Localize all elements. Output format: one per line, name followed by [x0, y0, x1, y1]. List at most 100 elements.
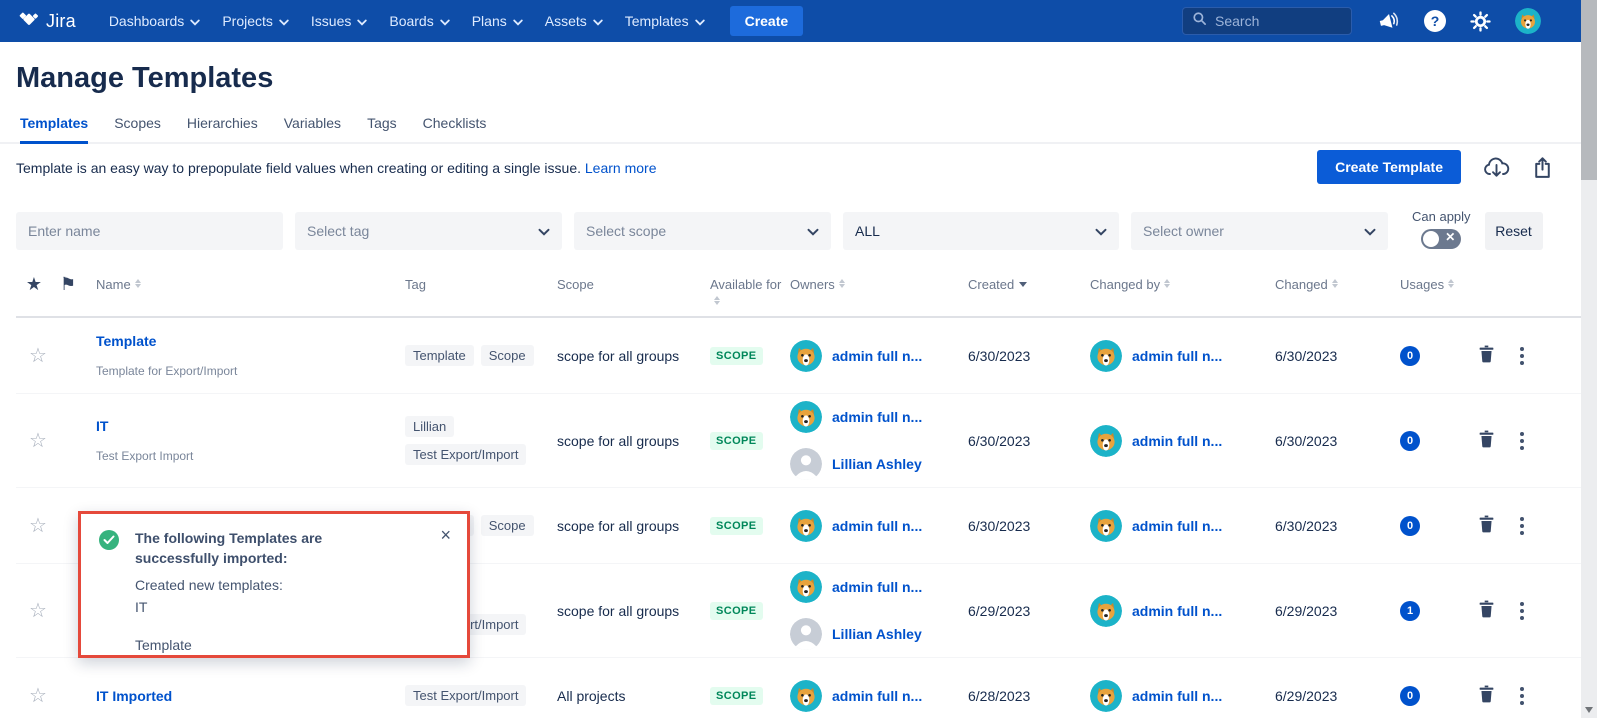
can-apply-label: Can apply: [1412, 209, 1471, 224]
kebab-menu-icon[interactable]: [1520, 347, 1524, 365]
announcements-icon[interactable]: [1376, 10, 1400, 32]
owner-link[interactable]: admin full n...: [1132, 348, 1222, 364]
export-icon[interactable]: [1532, 156, 1553, 179]
column-header-scope[interactable]: Scope: [557, 276, 710, 293]
create-template-button[interactable]: Create Template: [1317, 150, 1461, 184]
tab-hierarchies[interactable]: Hierarchies: [187, 115, 258, 142]
user-avatar[interactable]: [1515, 8, 1541, 34]
page-description: Template is an easy way to prepopulate f…: [16, 160, 656, 176]
filter-name-input[interactable]: [28, 223, 271, 239]
tab-variables[interactable]: Variables: [284, 115, 341, 142]
scope-cell: All projects: [557, 688, 710, 704]
kebab-menu-icon[interactable]: [1520, 432, 1524, 450]
usages-badge: 1: [1400, 601, 1420, 621]
reset-button[interactable]: Reset: [1485, 212, 1543, 250]
can-apply-toggle[interactable]: ✕: [1421, 229, 1461, 249]
star-outline-icon[interactable]: [29, 515, 47, 537]
column-header-owners[interactable]: Owners: [790, 276, 968, 293]
owner-link[interactable]: admin full n...: [1132, 433, 1222, 449]
owner-link[interactable]: admin full n...: [832, 688, 922, 704]
nav-item-assets[interactable]: Assets: [534, 0, 614, 42]
star-outline-icon[interactable]: [29, 345, 47, 367]
trash-icon[interactable]: [1478, 344, 1495, 366]
tag-cell: TemplateScope: [405, 345, 557, 366]
column-header-changed[interactable]: Changed: [1275, 276, 1400, 293]
template-name-link[interactable]: Template: [96, 333, 393, 349]
filter-owner-select[interactable]: Select owner: [1131, 212, 1388, 250]
owner-link[interactable]: Lillian Ashley: [832, 626, 922, 642]
dog-avatar: [1090, 680, 1122, 712]
import-cloud-download-icon[interactable]: [1483, 156, 1510, 178]
trash-icon[interactable]: [1478, 599, 1495, 621]
table-row: TemplateTemplate for Export/ImportTempla…: [16, 318, 1597, 394]
owner-link[interactable]: admin full n...: [832, 579, 922, 595]
template-name-link[interactable]: IT: [96, 418, 393, 434]
owner-link[interactable]: admin full n...: [1132, 688, 1222, 704]
column-header-tag[interactable]: Tag: [405, 276, 557, 293]
column-star[interactable]: [16, 276, 60, 292]
jira-brand[interactable]: Jira: [18, 8, 76, 35]
owner-link[interactable]: admin full n...: [1132, 518, 1222, 534]
tab-scopes[interactable]: Scopes: [114, 115, 161, 142]
column-header-changed-by[interactable]: Changed by: [1090, 276, 1275, 293]
nav-item-projects[interactable]: Projects: [211, 0, 300, 42]
filter-tag-select[interactable]: Select tag: [295, 212, 562, 250]
nav-item-issues[interactable]: Issues: [300, 0, 378, 42]
scrollbar-thumb[interactable]: [1581, 0, 1597, 180]
learn-more-link[interactable]: Learn more: [585, 160, 657, 176]
search-input[interactable]: [1215, 13, 1335, 29]
nav-item-label: Boards: [389, 13, 433, 29]
navbar-search[interactable]: [1182, 7, 1352, 35]
tag-chip: Test Export/Import: [405, 685, 526, 706]
nav-item-templates[interactable]: Templates: [614, 0, 716, 42]
star-outline-icon[interactable]: [29, 685, 47, 707]
column-header-created[interactable]: Created: [968, 276, 1090, 293]
owner-link[interactable]: Lillian Ashley: [832, 456, 922, 472]
kebab-menu-icon[interactable]: [1520, 517, 1524, 535]
favorite-cell: [16, 598, 60, 623]
tab-tags[interactable]: Tags: [367, 115, 397, 142]
star-outline-icon[interactable]: [29, 430, 47, 452]
vertical-scrollbar[interactable]: [1581, 0, 1597, 718]
filter-scope-value: Select scope: [586, 223, 666, 239]
owner-link[interactable]: admin full n...: [832, 518, 922, 534]
filter-type-select[interactable]: ALL: [843, 212, 1119, 250]
kebab-menu-icon[interactable]: [1520, 602, 1524, 620]
nav-item-plans[interactable]: Plans: [461, 0, 534, 42]
dog-avatar: [790, 571, 822, 603]
help-icon[interactable]: ?: [1424, 10, 1446, 32]
trash-icon[interactable]: [1478, 684, 1495, 706]
chevron-down-icon: [357, 13, 367, 29]
column-header-name[interactable]: Name: [96, 276, 405, 293]
sort-icon: [714, 296, 720, 305]
usages-cell: 0: [1400, 431, 1478, 451]
tab-templates[interactable]: Templates: [20, 115, 88, 144]
column-flag[interactable]: [60, 276, 96, 292]
nav-item-dashboards[interactable]: Dashboards: [98, 0, 212, 42]
tab-checklists[interactable]: Checklists: [423, 115, 487, 142]
nav-item-boards[interactable]: Boards: [378, 0, 460, 42]
close-icon[interactable]: ×: [440, 526, 451, 544]
column-header-available-for[interactable]: Available for: [710, 276, 790, 305]
owner-link[interactable]: admin full n...: [832, 348, 922, 364]
delete-cell: [1478, 429, 1520, 453]
scrollbar-down-arrow-icon[interactable]: [1585, 707, 1593, 713]
chevron-down-icon: [440, 13, 450, 29]
kebab-menu-icon[interactable]: [1520, 687, 1524, 705]
gear-icon[interactable]: [1470, 11, 1491, 32]
toast-line: Created new templates:: [135, 576, 397, 596]
owner-link[interactable]: admin full n...: [832, 409, 922, 425]
star-outline-icon[interactable]: [29, 600, 47, 622]
create-button[interactable]: Create: [730, 6, 804, 36]
tag-cell: LillianTest Export/Import: [405, 416, 557, 465]
trash-icon[interactable]: [1478, 429, 1495, 451]
favorite-cell: [16, 683, 60, 708]
nav-menu: DashboardsProjectsIssues Boards PlansAsset…: [98, 0, 716, 42]
template-name-link[interactable]: IT Imported: [96, 688, 393, 704]
navbar-right: ?: [1182, 7, 1541, 35]
usages-cell: 1: [1400, 601, 1478, 621]
trash-icon[interactable]: [1478, 514, 1495, 536]
filter-scope-select[interactable]: Select scope: [574, 212, 831, 250]
owner-link[interactable]: admin full n...: [1132, 603, 1222, 619]
column-header-usages[interactable]: Usages: [1400, 276, 1478, 293]
